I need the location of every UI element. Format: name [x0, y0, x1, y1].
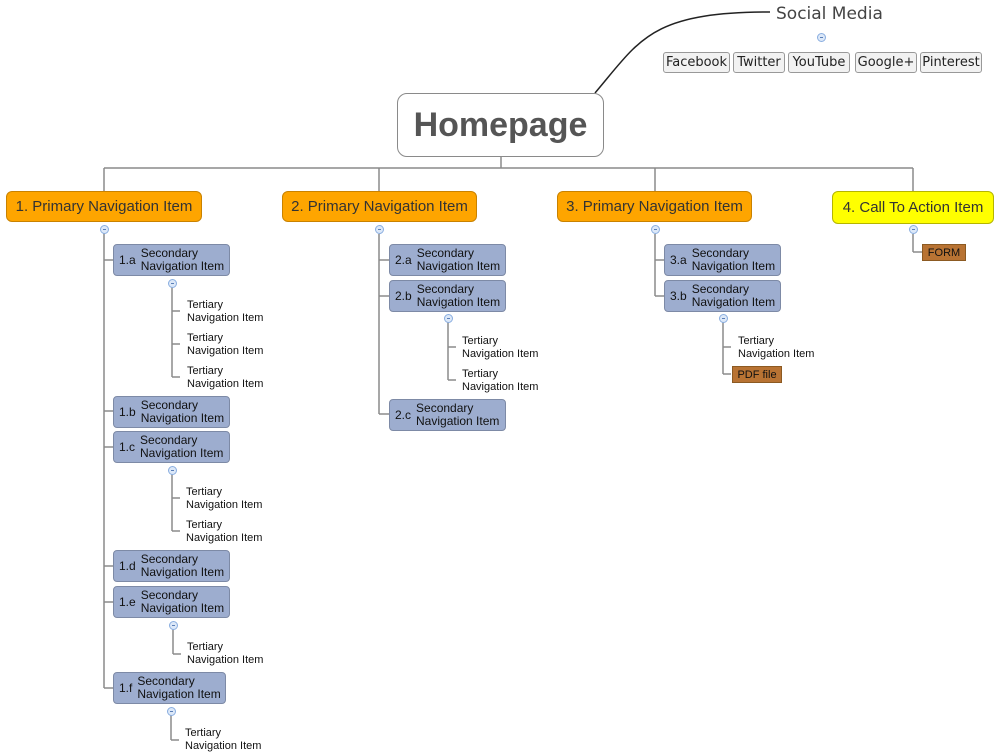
primary-item-1[interactable]: 1. Primary Navigation Item	[6, 191, 202, 222]
social-pinterest[interactable]: Pinterest	[920, 52, 982, 73]
primary-item-3[interactable]: 3. Primary Navigation Item	[557, 191, 752, 222]
social-media-label: Social Media	[776, 4, 883, 24]
collapse-icon[interactable]	[817, 33, 826, 42]
collapse-icon[interactable]	[375, 225, 384, 234]
pdf-file-tag[interactable]: PDF file	[732, 366, 782, 383]
secondary-item-1d[interactable]: 1.d Secondary Navigation Item	[113, 550, 230, 582]
secondary-item-3b[interactable]: 3.b Secondary Navigation Item	[664, 280, 781, 312]
collapse-icon[interactable]	[169, 621, 178, 630]
item-number: 1.a	[119, 253, 136, 267]
item-label: Secondary Navigation Item	[691, 246, 776, 273]
tertiary-item[interactable]: Tertiary Navigation Item	[187, 641, 263, 667]
item-number: 3.a	[670, 253, 687, 267]
item-label: Secondary Navigation Item	[416, 282, 501, 309]
tertiary-item[interactable]: Tertiary Navigation Item	[462, 335, 538, 361]
secondary-item-2c[interactable]: 2.c Secondary Navigation Item	[389, 399, 506, 431]
social-facebook[interactable]: Facebook	[663, 52, 730, 73]
collapse-icon[interactable]	[909, 225, 918, 234]
collapse-icon[interactable]	[719, 314, 728, 323]
tertiary-item[interactable]: Tertiary Navigation Item	[187, 332, 263, 358]
collapse-icon[interactable]	[167, 707, 176, 716]
tertiary-item[interactable]: Tertiary Navigation Item	[186, 486, 262, 512]
collapse-icon[interactable]	[444, 314, 453, 323]
item-number: 1.f	[119, 681, 133, 695]
collapse-icon[interactable]	[100, 225, 109, 234]
tertiary-item[interactable]: Tertiary Navigation Item	[186, 519, 262, 545]
item-number: 2.a	[395, 253, 412, 267]
item-label: Secondary Navigation Item	[140, 552, 225, 579]
item-label: Secondary Navigation Item	[416, 246, 501, 273]
tertiary-item[interactable]: Tertiary Navigation Item	[185, 727, 261, 753]
homepage-node[interactable]: Homepage	[397, 93, 604, 157]
secondary-item-2a[interactable]: 2.a Secondary Navigation Item	[389, 244, 506, 276]
secondary-item-1b[interactable]: 1.b Secondary Navigation Item	[113, 396, 230, 428]
collapse-icon[interactable]	[168, 466, 177, 475]
tertiary-item[interactable]: Tertiary Navigation Item	[187, 365, 263, 391]
secondary-item-1c[interactable]: 1.c Secondary Navigation Item	[113, 431, 230, 463]
item-number: 1.d	[119, 559, 136, 573]
social-youtube[interactable]: YouTube	[788, 52, 850, 73]
item-number: 3.b	[670, 289, 687, 303]
item-label: Secondary Navigation Item	[140, 398, 225, 425]
social-twitter[interactable]: Twitter	[733, 52, 785, 73]
item-number: 2.c	[395, 408, 412, 422]
item-label: Secondary Navigation Item	[140, 246, 225, 273]
secondary-item-1a[interactable]: 1.a Secondary Navigation Item	[113, 244, 230, 276]
collapse-icon[interactable]	[168, 279, 177, 288]
item-label: Secondary Navigation Item	[140, 588, 225, 615]
item-label: Secondary Navigation Item	[137, 674, 221, 701]
tertiary-item[interactable]: Tertiary Navigation Item	[187, 299, 263, 325]
item-number: 1.c	[119, 440, 136, 454]
cta-item-4[interactable]: 4. Call To Action Item	[832, 191, 994, 224]
tertiary-item[interactable]: Tertiary Navigation Item	[738, 335, 814, 361]
secondary-item-2b[interactable]: 2.b Secondary Navigation Item	[389, 280, 506, 312]
tertiary-item[interactable]: Tertiary Navigation Item	[462, 368, 538, 394]
secondary-item-1e[interactable]: 1.e Secondary Navigation Item	[113, 586, 230, 618]
item-number: 1.b	[119, 405, 136, 419]
item-label: Secondary Navigation Item	[140, 433, 224, 460]
collapse-icon[interactable]	[651, 225, 660, 234]
form-tag[interactable]: FORM	[922, 244, 966, 261]
item-number: 2.b	[395, 289, 412, 303]
item-label: Secondary Navigation Item	[416, 401, 500, 428]
secondary-item-1f[interactable]: 1.f Secondary Navigation Item	[113, 672, 226, 704]
item-number: 1.e	[119, 595, 136, 609]
secondary-item-3a[interactable]: 3.a Secondary Navigation Item	[664, 244, 781, 276]
primary-item-2[interactable]: 2. Primary Navigation Item	[282, 191, 477, 222]
social-google-plus[interactable]: Google+	[855, 52, 917, 73]
item-label: Secondary Navigation Item	[691, 282, 776, 309]
